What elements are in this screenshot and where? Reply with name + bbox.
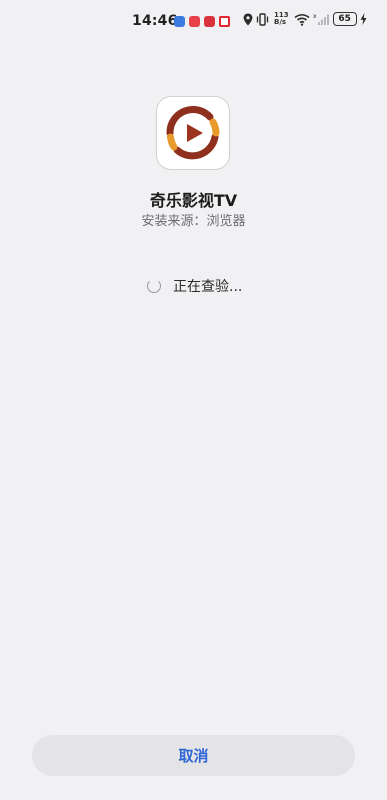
vibrate-icon [256, 12, 269, 26]
location-icon [243, 13, 253, 25]
network-speed: 113 B/s [274, 11, 289, 26]
wifi-icon [294, 13, 310, 26]
play-circle-app-icon [166, 106, 220, 160]
notification-icons [174, 16, 230, 27]
system-icons: 113 B/s x 65 [243, 12, 367, 26]
install-source: 安装来源：浏览器 [141, 214, 246, 229]
status-bar: 14:46 113 B/s x 65 [0, 0, 387, 44]
app-notification-icon [189, 16, 200, 27]
video-notification-icon [219, 16, 230, 27]
status-time: 14:46 [132, 13, 178, 29]
cancel-button[interactable]: 取消 [32, 735, 355, 776]
verification-status: 正在查验... [147, 276, 242, 296]
app-icon [157, 97, 229, 169]
app-name: 奇乐影视TV [149, 191, 238, 210]
charging-icon [360, 13, 367, 25]
app-notification-icon [204, 16, 215, 27]
svg-text:x: x [313, 13, 317, 20]
signal-icon: x [313, 13, 329, 25]
loading-spinner-icon [147, 279, 161, 293]
battery-indicator: 65 [332, 12, 357, 26]
verification-text: 正在查验... [173, 279, 243, 295]
app-notification-icon [174, 16, 185, 27]
